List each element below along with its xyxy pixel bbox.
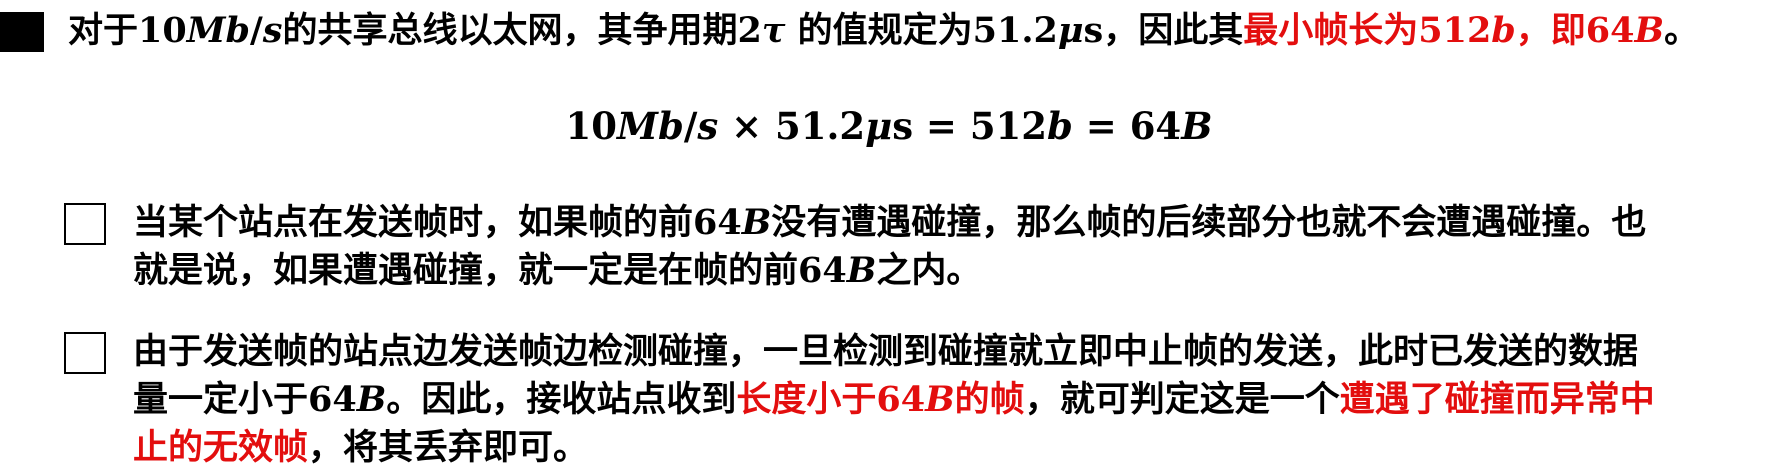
heading-period: 51.2μs bbox=[972, 10, 1104, 51]
heading-line: 对于10Mb/s的共享总线以太网，其争用期2τ 的值规定为51.2μs，因此其最… bbox=[68, 6, 1699, 56]
point-1: 当某个站点在发送帧时，如果帧的前64B没有遭遇碰撞，那么帧的后续部分也就不会遭遇… bbox=[133, 199, 1763, 295]
point-2-line-3: 止的无效帧，将其丢弃即可。 bbox=[133, 428, 589, 468]
point-2-line-2: 量一定小于64B。因此，接收站点收到长度小于64B的帧，就可判定这是一个遭遇了碰… bbox=[133, 379, 1655, 420]
heading-text-4: ，因此其 bbox=[1103, 11, 1244, 51]
heading-red-emphasis: 最小帧长为512b，即64B bbox=[1243, 10, 1665, 51]
point-2-red-emphasis-2: 遭遇了碰撞而异常中 bbox=[1339, 380, 1655, 420]
heading-tau: 2τ bbox=[737, 10, 786, 51]
checkbox-icon bbox=[64, 203, 106, 245]
heading-text-5: 。 bbox=[1664, 11, 1700, 51]
heading-speed: 10Mb/s bbox=[138, 10, 283, 51]
heading-text-1: 对于 bbox=[68, 11, 139, 51]
point-1-line-1: 当某个站点在发送帧时，如果帧的前64B没有遭遇碰撞，那么帧的后续部分也就不会遭遇… bbox=[133, 202, 1647, 243]
square-bullet-icon bbox=[0, 12, 44, 52]
point-2-line-1: 由于发送帧的站点边发送帧边检测碰撞，一旦检测到碰撞就立即中止帧的发送，此时已发送… bbox=[133, 332, 1639, 372]
point-2: 由于发送帧的站点边发送帧边检测碰撞，一旦检测到碰撞就立即中止帧的发送，此时已发送… bbox=[133, 328, 1763, 472]
point-2-red-emphasis-3: 止的无效帧 bbox=[133, 428, 309, 468]
point-2-red-emphasis-1: 长度小于64B的帧 bbox=[736, 379, 1025, 420]
heading-text-3: 的值规定为 bbox=[797, 11, 973, 51]
point-1-line-2: 就是说，如果遭遇碰撞，就一定是在帧的前64B之内。 bbox=[133, 250, 982, 291]
heading-text-2: 的共享总线以太网，其争用期 bbox=[282, 11, 738, 51]
checkbox-icon bbox=[64, 332, 106, 374]
formula: 10Mb/s × 51.2μs = 512b = 64B bbox=[565, 104, 1213, 148]
